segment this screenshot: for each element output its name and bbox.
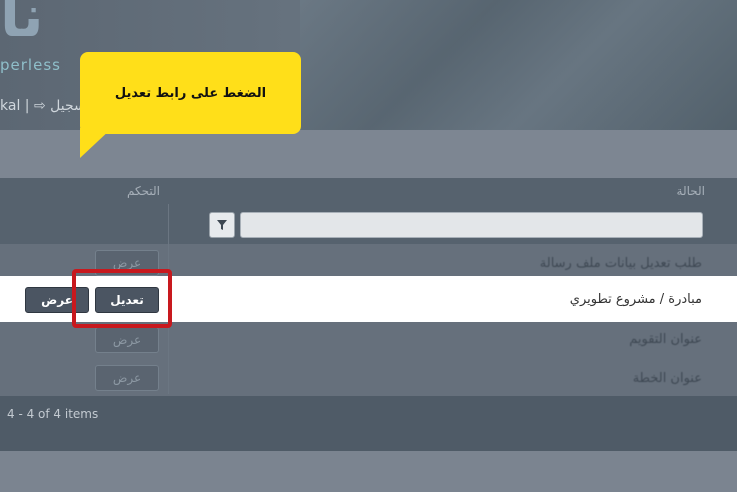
pager-info: 4 - 4 of 4 items: [7, 407, 99, 421]
table-row: عنوان الخطة عرض: [0, 359, 737, 396]
user-links[interactable]: kal | ⇨ تسجيل: [0, 98, 90, 114]
tutorial-callout: الضغط على رابط تعديل: [80, 52, 301, 134]
page-bottom: [0, 451, 737, 492]
view-button[interactable]: عرض: [95, 365, 159, 391]
view-button[interactable]: عرض: [95, 327, 159, 353]
column-header-control: التحكم: [127, 184, 160, 198]
edit-highlight-box: [72, 269, 172, 328]
filter-button[interactable]: [209, 212, 235, 238]
row-status: طلب تعديل بيانات ملف رسالة: [539, 256, 702, 271]
logo-subtitle: perless: [0, 56, 61, 74]
logo: نا: [0, 0, 46, 50]
row-status: عنوان التقويم: [629, 332, 702, 347]
row-status: مبادرة / مشروع تطويري: [569, 292, 702, 307]
filter-icon: [217, 220, 227, 230]
row-status: عنوان الخطة: [632, 371, 702, 386]
grid-pager: [0, 396, 737, 451]
status-filter-input[interactable]: [240, 212, 703, 238]
header-banner-image: [300, 0, 737, 130]
column-header-status[interactable]: الحالة: [677, 184, 705, 198]
